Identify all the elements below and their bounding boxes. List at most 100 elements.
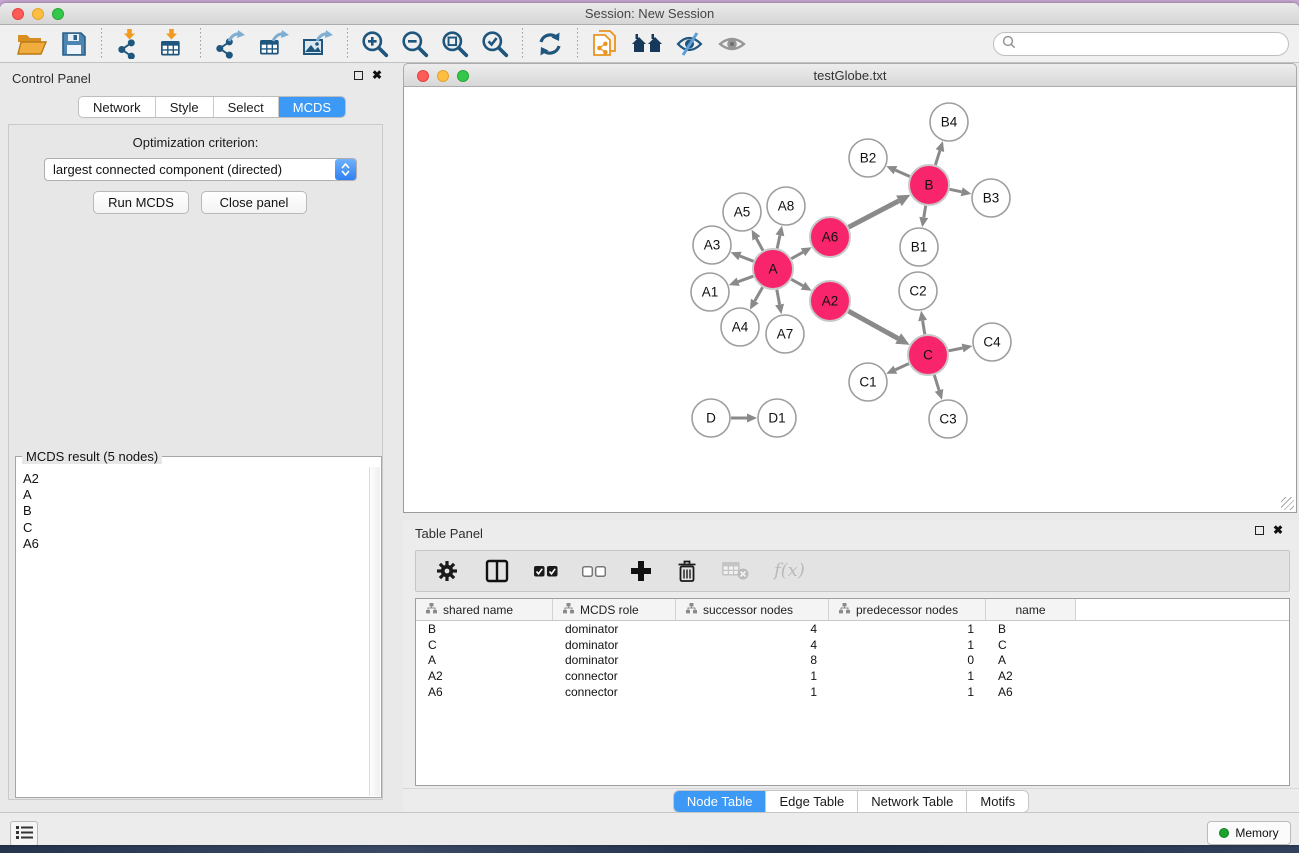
table-row[interactable]: A2connector11A2 (416, 668, 1289, 684)
tab-network-table[interactable]: Network Table (858, 791, 967, 812)
column-header-shared-name[interactable]: shared name (416, 599, 553, 620)
tab-motifs[interactable]: Motifs (967, 791, 1028, 812)
settings-gear-button[interactable] (434, 558, 460, 584)
add-row-button[interactable] (630, 560, 652, 582)
cell-shared-name: A (416, 653, 553, 667)
cell-name: A2 (986, 669, 1076, 683)
app-titlebar[interactable]: Session: New Session (0, 3, 1299, 25)
toolbar-separator (522, 28, 523, 60)
column-header-successor-nodes[interactable]: successor nodes (676, 599, 829, 620)
svg-text:A7: A7 (777, 327, 794, 342)
tab-mcds[interactable]: MCDS (279, 97, 345, 117)
import-table-button[interactable] (155, 28, 189, 60)
network-node-C[interactable]: C (908, 335, 948, 375)
column-selector-button[interactable] (484, 558, 510, 584)
network-node-D[interactable]: D (692, 399, 730, 437)
tab-select[interactable]: Select (214, 97, 279, 117)
network-node-B[interactable]: B (909, 165, 949, 205)
refresh-button[interactable] (534, 29, 566, 59)
run-mcds-button[interactable]: Run MCDS (93, 191, 189, 214)
network-node-D1[interactable]: D1 (758, 399, 796, 437)
network-node-A[interactable]: A (753, 249, 793, 289)
save-session-button[interactable] (58, 29, 90, 59)
show-all-button[interactable] (715, 30, 749, 58)
column-header-MCDS-role[interactable]: MCDS role (553, 599, 676, 620)
hide-selected-button[interactable] (673, 30, 707, 58)
network-node-B2[interactable]: B2 (849, 139, 887, 177)
cell-successor-nodes: 4 (676, 622, 829, 636)
float-panel-icon[interactable] (354, 71, 363, 80)
network-node-A2[interactable]: A2 (810, 281, 850, 321)
network-canvas[interactable]: B4 B2 B B3 A8A5 A6 A3 B1 A A1 C2 A2 A4 A7 C4 C C1 C3 D D1 (403, 87, 1297, 513)
search-field[interactable] (993, 32, 1289, 56)
export-network-button[interactable] (212, 28, 248, 60)
result-item[interactable]: C (23, 520, 369, 536)
node-table[interactable]: shared nameMCDS rolesuccessor nodesprede… (415, 598, 1290, 786)
result-item[interactable]: A6 (23, 536, 369, 552)
network-node-C1[interactable]: C1 (849, 363, 887, 401)
column-header-predecessor-nodes[interactable]: predecessor nodes (829, 599, 986, 620)
first-neighbors-button[interactable] (629, 30, 665, 58)
network-node-C2[interactable]: C2 (899, 272, 937, 310)
zoom-selected-button[interactable] (479, 29, 511, 59)
delete-table-icon (722, 569, 750, 584)
cell-name: A6 (986, 685, 1076, 699)
table-row[interactable]: Cdominator41C (416, 637, 1289, 653)
network-node-B4[interactable]: B4 (930, 103, 968, 141)
network-titlebar[interactable]: testGlobe.txt (403, 63, 1297, 87)
import-network-button[interactable] (113, 28, 147, 60)
svg-text:A: A (768, 262, 777, 277)
cell-shared-name: A2 (416, 669, 553, 683)
network-node-A8[interactable]: A8 (767, 187, 805, 225)
network-node-A3[interactable]: A3 (693, 226, 731, 264)
delete-table-button (722, 561, 750, 581)
network-node-C4[interactable]: C4 (973, 323, 1011, 361)
result-item[interactable]: A2 (23, 471, 369, 487)
table-row[interactable]: Adominator80A (416, 652, 1289, 668)
resize-grip[interactable] (1281, 497, 1294, 510)
mcds-result-list[interactable]: A2ABCA6 (17, 467, 369, 796)
memory-button[interactable]: Memory (1207, 821, 1291, 845)
column-header-name[interactable]: name (986, 599, 1076, 620)
network-node-A7[interactable]: A7 (766, 315, 804, 353)
close-panel-button[interactable]: Close panel (201, 191, 307, 214)
search-input[interactable] (1021, 35, 1288, 53)
close-panel-icon[interactable]: ✖ (372, 71, 382, 80)
tab-network[interactable]: Network (79, 97, 156, 117)
table-row[interactable]: Bdominator41B (416, 621, 1289, 637)
network-node-A4[interactable]: A4 (721, 308, 759, 346)
deselect-all-button[interactable] (582, 565, 606, 578)
network-node-A1[interactable]: A1 (691, 273, 729, 311)
network-node-B1[interactable]: B1 (900, 228, 938, 266)
tab-node-table[interactable]: Node Table (674, 791, 767, 812)
delete-row-button[interactable] (676, 559, 698, 583)
zoom-out-button[interactable] (399, 29, 431, 59)
open-file-button[interactable] (14, 29, 50, 59)
result-scrollbar[interactable] (369, 467, 380, 796)
result-item[interactable]: A (23, 487, 369, 503)
task-history-button[interactable] (10, 821, 38, 845)
result-item[interactable]: B (23, 503, 369, 519)
network-node-A6[interactable]: A6 (810, 217, 850, 257)
toolbar-separator (347, 28, 348, 60)
table-row[interactable]: A6connector11A6 (416, 684, 1289, 700)
export-table-button[interactable] (256, 28, 292, 60)
table-close-icon[interactable]: ✖ (1273, 526, 1283, 535)
network-node-C3[interactable]: C3 (929, 400, 967, 438)
network-from-selection-button[interactable] (589, 28, 621, 60)
network-node-B3[interactable]: B3 (972, 179, 1010, 217)
criterion-dropdown[interactable]: largest connected component (directed) (44, 158, 357, 181)
tab-edge-table[interactable]: Edge Table (766, 791, 858, 812)
toolbar-separator (101, 28, 102, 60)
zoom-in-button[interactable] (359, 29, 391, 59)
select-all-button[interactable] (534, 565, 558, 578)
tab-style[interactable]: Style (156, 97, 214, 117)
zoom-fit-button[interactable] (439, 29, 471, 59)
network-node-A5[interactable]: A5 (723, 193, 761, 231)
zoom-selected-icon (481, 46, 509, 61)
export-image-button[interactable] (300, 28, 336, 60)
svg-text:C2: C2 (909, 284, 926, 299)
table-float-icon[interactable] (1255, 526, 1264, 535)
mcds-result-group: MCDS result (5 nodes) A2ABCA6 (15, 456, 382, 798)
cell-MCDS-role: connector (553, 685, 676, 699)
